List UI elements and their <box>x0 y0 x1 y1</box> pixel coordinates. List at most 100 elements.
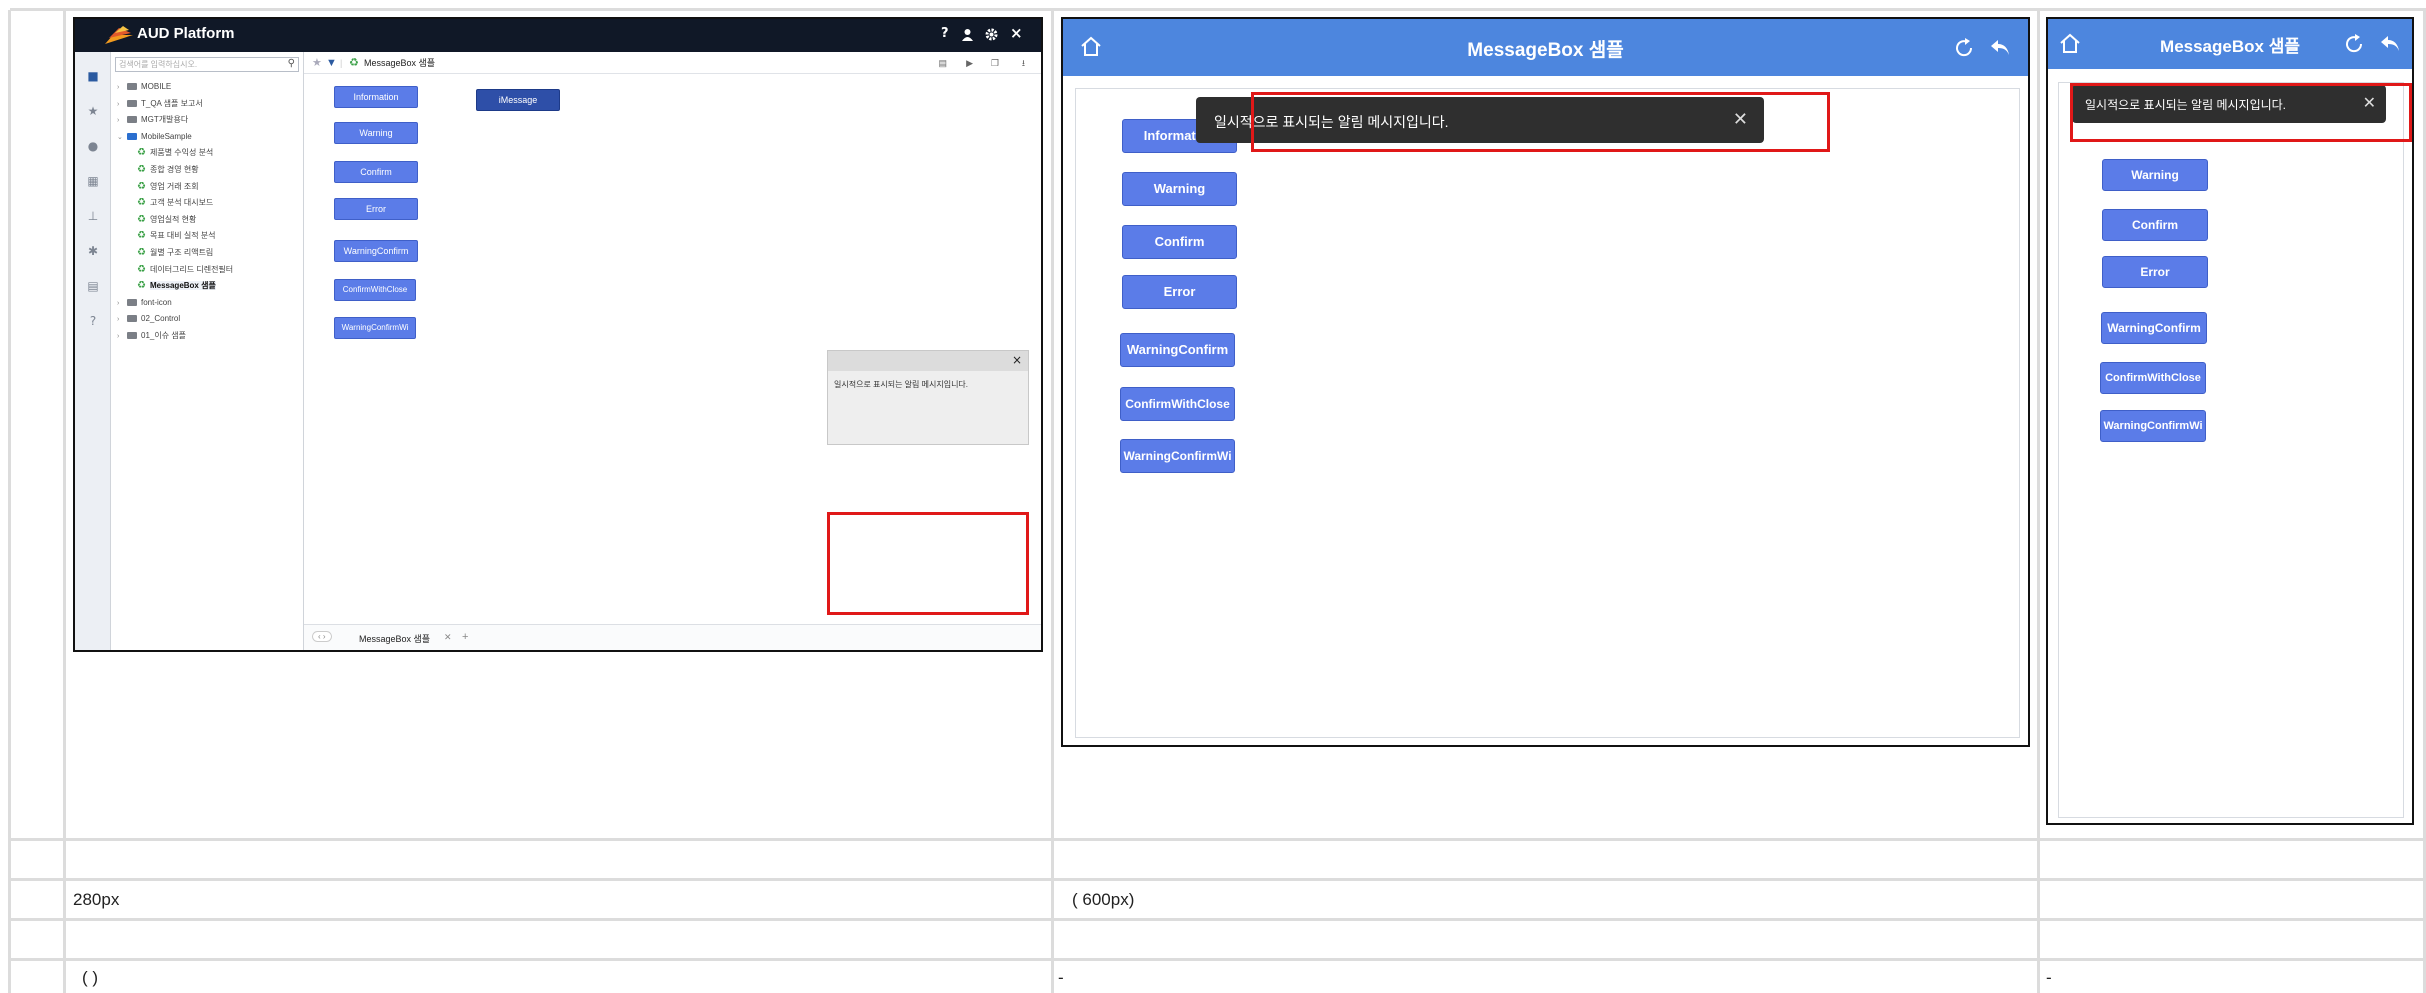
tree-item-label: 제품별 수익성 분석 <box>149 148 214 158</box>
save-icon[interactable]: ▤ <box>938 52 947 74</box>
refresh-icon[interactable] <box>1952 36 1976 60</box>
tree-folder-item[interactable]: › T_QA 샘플 보고서 <box>117 97 203 111</box>
favorite-star-icon[interactable]: ★ <box>312 52 322 74</box>
chevron-right-icon[interactable]: › <box>117 81 127 95</box>
chevron-right-icon[interactable]: › <box>117 114 127 128</box>
confirmwithclose-button[interactable]: ConfirmWithClose <box>1120 387 1235 421</box>
filter-icon[interactable]: ▼ <box>326 52 337 74</box>
toast-text: 일시적으로 표시되는 알림 메시지입니다. <box>834 380 969 389</box>
tree-folder-item[interactable]: › font-icon <box>117 296 172 310</box>
folder-icon[interactable]: ■ <box>86 69 100 83</box>
warning-button[interactable]: Warning <box>2102 159 2208 191</box>
close-icon[interactable]: × <box>1012 353 1022 367</box>
tree-item-label: font-icon <box>141 297 172 307</box>
warningconfirmwi-button[interactable]: WarningConfirmWi <box>1120 439 1235 473</box>
tree-folder-item[interactable]: ⌄ MobileSample <box>117 130 192 144</box>
report-icon: ♻ <box>137 263 146 275</box>
star-icon[interactable]: ★ <box>86 104 100 118</box>
person-icon[interactable]: ● <box>86 139 100 153</box>
folder-icon <box>127 116 137 124</box>
tree-report-item[interactable]: ♻ 월별 구조 리액트림 <box>137 246 213 260</box>
tree-item-label: 01_이슈 샘플 <box>141 331 187 340</box>
tree-folder-item[interactable]: › 02_Control <box>117 312 180 326</box>
chevron-right-icon[interactable]: › <box>117 297 127 311</box>
tree-report-item[interactable]: ♻ 고객 분석 대시보드 <box>137 196 213 210</box>
error-button[interactable]: Error <box>334 198 418 220</box>
grid-icon[interactable]: ▦ <box>86 174 100 188</box>
error-button[interactable]: Error <box>1122 275 1237 309</box>
tree-report-item[interactable]: ♻ 목표 대비 실적 분석 <box>137 229 216 243</box>
warningconfirmwi-button[interactable]: WarningConfirmWi <box>2100 410 2206 442</box>
information-button[interactable]: Information <box>334 86 418 108</box>
folder-icon <box>127 315 137 323</box>
warningconfirm-button[interactable]: WarningConfirm <box>334 240 418 262</box>
tree-report-item[interactable]: ♻ 제품별 수익성 분석 <box>137 146 213 160</box>
row5-cell1: ( ) <box>82 968 99 987</box>
copy-icon[interactable]: ❐ <box>991 52 999 74</box>
confirmwithclose-button[interactable]: ConfirmWithClose <box>334 279 416 301</box>
tree-report-item[interactable]: ♻ MessageBox 샘플 <box>137 279 216 293</box>
highlight-box <box>2070 83 2412 142</box>
report-icon: ♻ <box>137 280 146 292</box>
table-border <box>10 8 2426 11</box>
tab-close-icon[interactable]: ✕ <box>444 632 452 643</box>
breadcrumb-divider: | <box>340 58 343 68</box>
tree-item-label: MGT개발용다 <box>141 115 189 125</box>
tree-item-label: T_QA 샘플 보고서 <box>141 98 203 108</box>
search-icon[interactable]: ⚲ <box>288 57 295 70</box>
folder-icon <box>127 332 137 339</box>
hierarchy-icon[interactable]: ⊥ <box>86 209 100 223</box>
tree-report-item[interactable]: ♻ 종합 경영 현황 <box>137 163 199 177</box>
warningconfirmwi-button[interactable]: WarningConfirmWi <box>334 317 416 339</box>
tree-report-item[interactable]: ♻ 영업 거래 조회 <box>137 180 199 194</box>
mobile-header: MessageBox 샘플 <box>2048 19 2412 69</box>
tree-item-label: 데이터그리드 디렌전필터 <box>149 264 234 274</box>
tab-nav-arrows[interactable]: ‹ › <box>312 631 332 642</box>
document-icon[interactable]: ▤ <box>86 279 100 293</box>
refresh-icon[interactable] <box>2342 32 2366 56</box>
content-panel: Warning Confirm Error WarningConfirm Con… <box>2058 82 2404 818</box>
download-icon[interactable]: ⭳ <box>1022 52 1025 74</box>
bug-icon[interactable]: ✱ <box>86 244 100 258</box>
row5-cell2: - <box>1058 968 1064 987</box>
back-icon[interactable] <box>1988 36 2012 60</box>
tree-search-input[interactable]: 검색어를 입력하십시오. ⚲ <box>115 57 299 72</box>
tree-item-label: 종합 경영 현황 <box>149 165 199 174</box>
tree-report-item[interactable]: ♻ 데이터그리드 디렌전필터 <box>137 263 233 277</box>
chevron-down-icon[interactable]: ⌄ <box>117 131 127 145</box>
row5-cell3: - <box>2046 968 2052 987</box>
chevron-right-icon[interactable]: › <box>117 98 127 112</box>
confirm-button[interactable]: Confirm <box>2102 209 2208 241</box>
imessage-button[interactable]: iMessage <box>476 89 560 111</box>
confirm-button[interactable]: Confirm <box>1122 225 1237 259</box>
back-icon[interactable] <box>2378 32 2402 56</box>
add-tab-icon[interactable]: + <box>462 631 468 643</box>
warning-button[interactable]: Warning <box>1122 172 1237 206</box>
run-icon[interactable]: ▶ <box>966 52 973 74</box>
gear-icon[interactable] <box>985 28 998 41</box>
tab-messagebox[interactable]: MessageBox 샘플 <box>359 632 430 645</box>
tree-folder-item[interactable]: › MGT개발용다 <box>117 113 188 127</box>
error-button[interactable]: Error <box>2102 256 2208 288</box>
tree-item-label: 영업실적 현황 <box>149 214 197 224</box>
tree-folder-item[interactable]: › 01_이슈 샘플 <box>117 329 186 343</box>
folder-icon <box>127 132 137 140</box>
tree-report-item[interactable]: ♻ 영업실적 현황 <box>137 213 196 227</box>
page-title: MessageBox 샘플 <box>1467 40 1624 61</box>
confirm-button[interactable]: Confirm <box>334 161 418 183</box>
tree-folder-item[interactable]: › MOBILE <box>117 80 171 94</box>
mobile-header: MessageBox 샘플 <box>1063 19 2028 76</box>
chevron-right-icon[interactable]: › <box>117 330 127 344</box>
tree-item-label: 월별 구조 리액트림 <box>149 248 214 257</box>
warningconfirm-button[interactable]: WarningConfirm <box>1120 333 1235 367</box>
user-icon[interactable] <box>961 28 974 41</box>
close-icon[interactable]: × <box>1010 24 1023 42</box>
warning-button[interactable]: Warning <box>334 122 418 144</box>
help-circle-icon[interactable]: ? <box>86 314 100 328</box>
report-icon: ♻ <box>137 197 146 209</box>
chevron-right-icon[interactable]: › <box>117 313 127 327</box>
warningconfirm-button[interactable]: WarningConfirm <box>2101 312 2207 344</box>
confirmwithclose-button[interactable]: ConfirmWithClose <box>2100 362 2206 394</box>
help-icon[interactable]: ? <box>941 26 949 41</box>
folder-icon <box>127 83 137 90</box>
